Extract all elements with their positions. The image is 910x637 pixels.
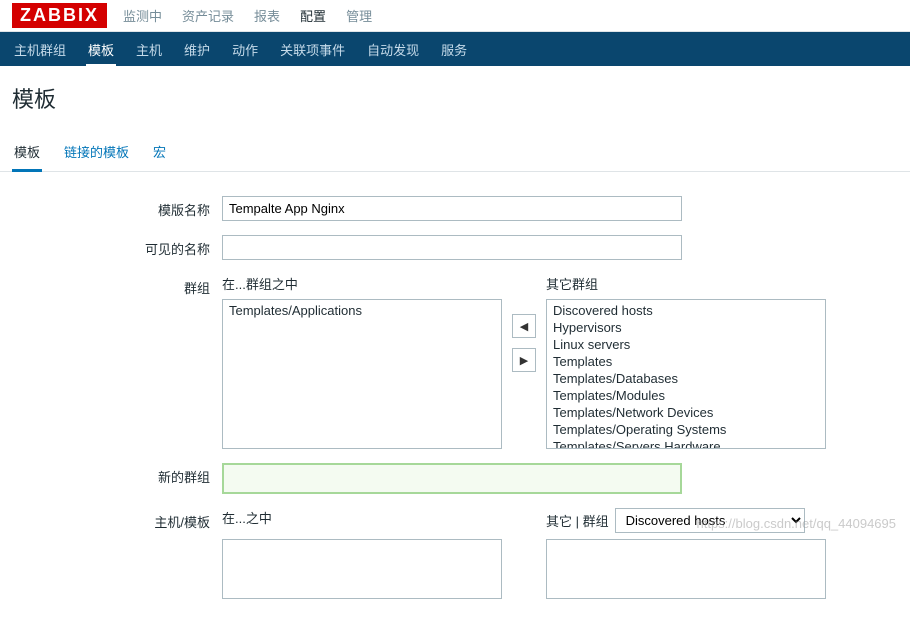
triangle-right-icon: ▶: [520, 354, 528, 367]
page-title: 模板: [0, 66, 910, 134]
tab[interactable]: 模板: [12, 134, 42, 172]
sub-menu-item[interactable]: 模板: [86, 32, 116, 67]
in-hosts-listbox[interactable]: [222, 539, 502, 599]
move-left-button[interactable]: ◀: [512, 314, 536, 338]
other-hosts-listbox[interactable]: [546, 539, 826, 599]
in-groups-listbox[interactable]: Templates/Applications: [222, 299, 502, 449]
triangle-left-icon: ◀: [520, 320, 528, 333]
other-groups-header: 其它群组: [546, 274, 826, 293]
sub-menu-item[interactable]: 主机群组: [12, 32, 68, 67]
top-menu-item[interactable]: 配置: [300, 0, 326, 31]
in-groups-header: 在...群组之中: [222, 274, 502, 293]
tab[interactable]: 宏: [151, 134, 168, 171]
template-form: 模版名称 可见的名称 群组 在...群组之中 Templates/Applica…: [0, 172, 910, 637]
other-groups-listbox[interactable]: Discovered hostsHypervisorsLinux servers…: [546, 299, 826, 449]
hosts-dual-list: [222, 539, 898, 599]
tabs: 模板链接的模板宏: [0, 134, 910, 172]
sub-menu-item[interactable]: 服务: [439, 32, 469, 67]
visible-name-input[interactable]: [222, 235, 682, 260]
sub-menu-item[interactable]: 自动发现: [365, 32, 421, 67]
visible-name-label: 可见的名称: [12, 235, 222, 258]
sub-menu-item[interactable]: 维护: [182, 32, 212, 67]
sub-menu-item[interactable]: 动作: [230, 32, 260, 67]
template-name-label: 模版名称: [12, 196, 222, 219]
listbox-item[interactable]: Templates/Servers Hardware: [549, 438, 823, 449]
listbox-item[interactable]: Templates/Network Devices: [549, 404, 823, 421]
listbox-item[interactable]: Templates: [549, 353, 823, 370]
listbox-item[interactable]: Templates/Modules: [549, 387, 823, 404]
new-group-label: 新的群组: [12, 463, 222, 486]
listbox-item[interactable]: Templates/Databases: [549, 370, 823, 387]
listbox-item[interactable]: Hypervisors: [549, 319, 823, 336]
top-bar: ZABBIX 监测中资产记录报表配置管理: [0, 0, 910, 32]
new-group-input[interactable]: [222, 463, 682, 494]
template-name-input[interactable]: [222, 196, 682, 221]
listbox-item[interactable]: Templates/Operating Systems: [549, 421, 823, 438]
listbox-item[interactable]: Linux servers: [549, 336, 823, 353]
groups-dual-list: 在...群组之中 Templates/Applications ◀ ▶ 其它群组…: [222, 274, 898, 449]
top-menu-item[interactable]: 监测中: [123, 0, 162, 31]
top-menu-item[interactable]: 报表: [254, 0, 280, 31]
other-hosts-header: 其它 | 群组: [546, 511, 609, 530]
top-menu-item[interactable]: 资产记录: [182, 0, 234, 31]
groups-label: 群组: [12, 274, 222, 297]
tab[interactable]: 链接的模板: [62, 134, 131, 171]
sub-bar: 主机群组模板主机维护动作关联项事件自动发现服务: [0, 32, 910, 66]
in-hosts-header: 在...之中: [222, 511, 272, 526]
top-menu: 监测中资产记录报表配置管理: [123, 0, 372, 31]
listbox-item[interactable]: Discovered hosts: [549, 302, 823, 319]
sub-menu-item[interactable]: 主机: [134, 32, 164, 67]
move-right-button[interactable]: ▶: [512, 348, 536, 372]
hosts-label: 主机/模板: [12, 508, 222, 531]
host-group-select[interactable]: Discovered hosts: [615, 508, 805, 533]
top-menu-item[interactable]: 管理: [346, 0, 372, 31]
logo: ZABBIX: [12, 3, 107, 28]
listbox-item[interactable]: Templates/Applications: [225, 302, 499, 319]
